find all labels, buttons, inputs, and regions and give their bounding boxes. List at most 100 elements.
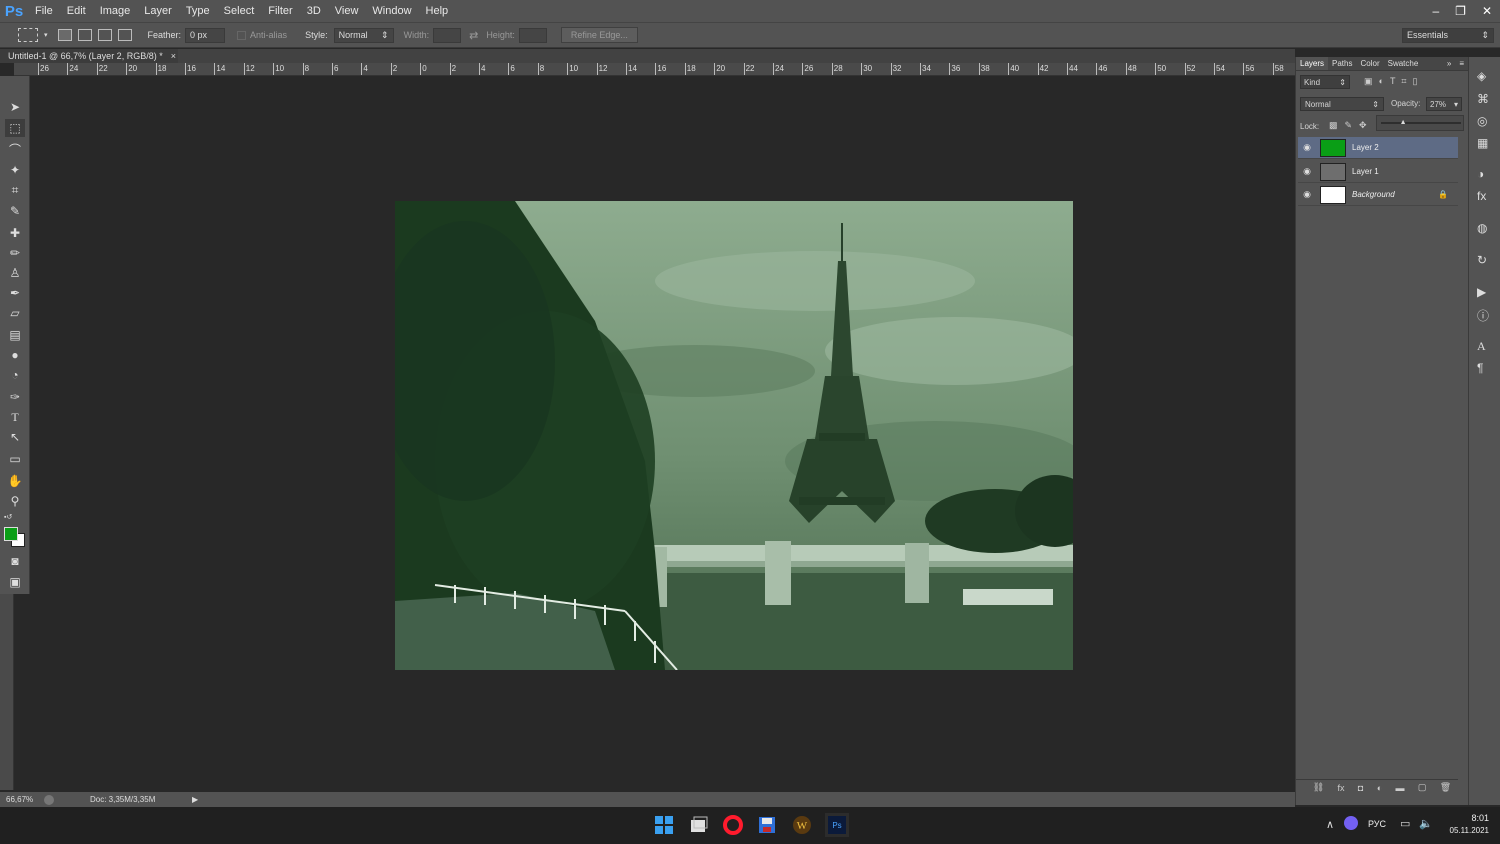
layer-row-background[interactable]: ◉ Background 🔒 [1298, 184, 1458, 206]
eraser-tool-icon[interactable]: ▱ [5, 304, 25, 322]
viber-tray-icon[interactable] [1344, 816, 1358, 830]
tab-color[interactable]: Color [1356, 57, 1383, 70]
paragraph-panel-icon[interactable]: ¶ [1477, 361, 1483, 375]
layers-panel-icon[interactable]: ◈ [1477, 69, 1486, 83]
clone-stamp-tool-icon[interactable]: ♙ [5, 264, 25, 282]
layer-row-layer-1[interactable]: ◉ Layer 1 [1298, 161, 1458, 183]
hand-tool-icon[interactable]: ✋ [5, 472, 25, 490]
opera-browser-icon[interactable] [721, 813, 745, 837]
photoshop-taskbar-icon[interactable]: Ps [825, 813, 849, 837]
color-panel-icon[interactable]: ◎ [1477, 114, 1487, 128]
trash-icon[interactable]: 🗑 [1440, 782, 1451, 793]
gradient-tool-icon[interactable]: ▤ [5, 326, 25, 344]
eye-icon[interactable]: ◉ [1298, 189, 1316, 200]
marquee-tool-icon[interactable]: ⬚ [5, 119, 25, 137]
blend-mode-select[interactable]: Normal ⇕ [1300, 97, 1384, 111]
zoom-tool-icon[interactable]: ⚲ [5, 492, 25, 510]
brush-tool-icon[interactable]: ✏ [5, 244, 25, 262]
style-select[interactable]: Normal ⇕ [333, 27, 394, 43]
clock-time[interactable]: 8:01 [1445, 813, 1489, 823]
feather-input[interactable]: 0 px [185, 27, 226, 43]
tab-paths[interactable]: Paths [1328, 57, 1356, 70]
opacity-input[interactable]: 27% ▾ [1426, 97, 1462, 111]
filter-kind-select[interactable]: Kind ⇕ [1300, 75, 1350, 89]
tray-overflow-icon[interactable]: ∧ [1326, 818, 1334, 831]
character-panel-icon[interactable]: A [1477, 339, 1486, 354]
screen-mode-icon[interactable]: ▣ [5, 573, 25, 591]
language-indicator[interactable]: РУС [1368, 819, 1386, 829]
blur-tool-icon[interactable]: ● [5, 346, 25, 364]
antialias-checkbox[interactable] [237, 30, 247, 40]
tab-layers[interactable]: Layers [1296, 57, 1329, 70]
volume-muted-icon[interactable]: 🔈 [1419, 817, 1433, 830]
history-panel-icon[interactable]: ↻ [1477, 253, 1487, 267]
actions-panel-icon[interactable]: ▶ [1477, 285, 1486, 299]
eye-icon[interactable]: ◉ [1298, 166, 1316, 177]
default-colors-icon[interactable]: ▪↺ [4, 513, 12, 521]
document-image[interactable] [395, 201, 1073, 670]
width-input[interactable] [433, 27, 462, 43]
tab-swatches[interactable]: Swatche [1384, 57, 1423, 70]
eye-icon[interactable]: ◉ [1298, 142, 1316, 153]
close-tab-icon[interactable]: × [171, 51, 176, 61]
fx-icon[interactable]: fx [1338, 783, 1345, 793]
layer-name[interactable]: Background [1352, 190, 1395, 199]
menu-filter[interactable]: Filter [261, 0, 299, 22]
restore-button[interactable]: ❐ [1455, 4, 1466, 18]
info-panel-icon[interactable]: ⓘ [1477, 307, 1489, 324]
layer-row-layer-2[interactable]: ◉ Layer 2 [1298, 137, 1458, 159]
foreground-color-swatch[interactable] [4, 527, 18, 541]
menu-help[interactable]: Help [419, 0, 456, 22]
dodge-tool-icon[interactable]: ◔ [5, 366, 25, 384]
refine-edge-button[interactable]: Refine Edge... [560, 27, 638, 43]
chevron-down-icon[interactable]: ▾ [44, 31, 48, 39]
menu-layer[interactable]: Layer [137, 0, 179, 22]
panel-collapse-icon[interactable]: » [1443, 57, 1455, 70]
windows-start-icon[interactable] [652, 813, 676, 837]
status-menu-arrow-icon[interactable]: ▶ [192, 795, 198, 804]
document-tab[interactable]: Untitled-1 @ 66,7% (Layer 2, RGB/8) * × [0, 49, 178, 63]
link-layers-icon[interactable]: ⛓ [1313, 782, 1324, 793]
layer-name[interactable]: Layer 1 [1352, 167, 1379, 176]
magic-wand-tool-icon[interactable]: ✦ [5, 161, 25, 179]
network-icon[interactable]: ▭ [1400, 817, 1410, 830]
menu-file[interactable]: File [28, 0, 60, 22]
intersect-selection-icon[interactable] [117, 29, 132, 41]
lasso-tool-icon[interactable]: ⌒ [5, 140, 25, 158]
adjustment-layer-icon[interactable]: ◐ [1377, 783, 1382, 793]
move-tool-icon[interactable]: ➤ [5, 98, 25, 116]
history-brush-tool-icon[interactable]: ✒ [5, 284, 25, 302]
eyedropper-tool-icon[interactable]: ✎ [5, 202, 25, 220]
new-selection-icon[interactable] [57, 29, 72, 41]
status-info-icon[interactable] [44, 794, 54, 805]
menu-view[interactable]: View [328, 0, 366, 22]
swap-icon[interactable]: ⇄ [469, 29, 478, 42]
adjustments-panel-icon[interactable]: ◑ [1477, 167, 1484, 181]
workspace-select[interactable]: Essentials ⇕ [1402, 27, 1494, 43]
add-mask-icon[interactable]: ◘ [1358, 783, 1363, 793]
paths-panel-icon[interactable]: ⌘ [1477, 92, 1489, 106]
marquee-preset-icon[interactable] [18, 28, 38, 42]
opacity-slider-thumb[interactable]: ▲ [1400, 119, 1407, 126]
filter-icons[interactable]: ▣◐T⌗▯ [1364, 76, 1423, 87]
shape-tool-icon[interactable]: ▭ [5, 450, 25, 468]
opacity-slider[interactable]: ▲ [1376, 115, 1464, 131]
add-selection-icon[interactable] [77, 29, 92, 41]
lock-icons[interactable]: ▩✎✥ [1329, 120, 1374, 131]
menu-edit[interactable]: Edit [60, 0, 93, 22]
clock-date[interactable]: 05.11.2021 [1440, 826, 1489, 835]
swatches-panel-icon[interactable]: ▦ [1477, 136, 1488, 150]
menu-type[interactable]: Type [179, 0, 217, 22]
subtract-selection-icon[interactable] [97, 29, 112, 41]
quick-mask-icon[interactable]: ◙ [5, 552, 25, 570]
pen-tool-icon[interactable]: ✑ [5, 388, 25, 406]
new-group-icon[interactable]: ▬ [1396, 783, 1405, 793]
menu-image[interactable]: Image [93, 0, 138, 22]
type-tool-icon[interactable]: T [5, 408, 25, 426]
menu-select[interactable]: Select [217, 0, 262, 22]
path-selection-tool-icon[interactable]: ↖ [5, 428, 25, 446]
menu-3d[interactable]: 3D [300, 0, 328, 22]
close-button[interactable]: ✕ [1482, 4, 1492, 18]
minimize-button[interactable]: – [1432, 4, 1439, 18]
task-view-icon[interactable] [687, 813, 711, 837]
